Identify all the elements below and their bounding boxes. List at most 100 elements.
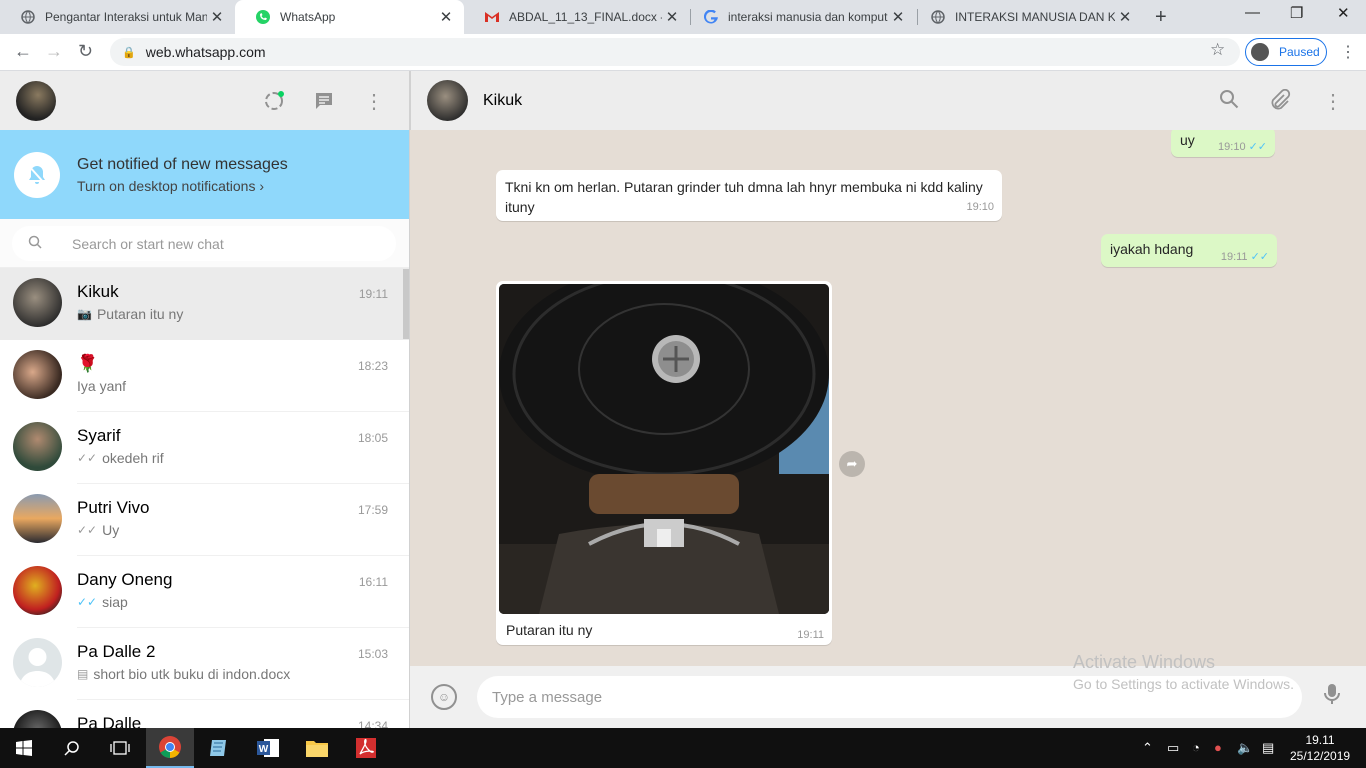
browser-tab-5[interactable]: INTERAKSI MANUSIA DAN KO ✕ [910,0,1143,34]
double-check-icon: ✓✓ [77,451,98,465]
message-bubble[interactable]: uy 19:10 ✓✓ [1171,130,1275,157]
battery-icon[interactable]: ▭ [1167,740,1179,756]
maximize-icon[interactable]: ❐ [1290,4,1303,22]
close-tab-icon[interactable]: ✕ [888,8,908,26]
new-tab-icon[interactable]: + [1155,6,1167,29]
chevron-up-icon[interactable]: ⌃ [1142,740,1153,756]
chat-item[interactable]: Putri Vivo 17:59 ✓✓ Uy [0,484,409,556]
chat-name: Pa Dalle 2 [77,642,156,661]
status-icon[interactable] [262,89,286,113]
minimize-icon[interactable]: — [1245,4,1260,21]
profile-status: Paused [1279,45,1320,59]
back-arrow-icon[interactable]: ← [14,41,32,62]
double-check-blue-icon: ✓✓ [1250,251,1269,263]
chat-preview: Iya yanf [77,378,127,394]
browser-tab-3[interactable]: ABDAL_11_13_FINAL.docx - mı ✕ [464,0,690,34]
conversation-header[interactable]: Kikuk ⋮ [410,71,1366,130]
volume-icon[interactable]: 🔈 [1237,740,1253,756]
message-list[interactable]: uy 19:10 ✓✓ Tkni kn om herlan. Putaran gr… [410,130,1366,666]
avatar [13,422,62,471]
google-icon [703,9,719,25]
notification-link[interactable]: Turn on desktop notifications › [77,178,264,194]
document-icon: ▤ [77,667,89,681]
profile-button[interactable]: Paused [1245,38,1327,66]
chat-time: 15:03 [357,647,388,661]
lock-icon: 🔒 [122,46,136,59]
reload-icon[interactable]: ↻ [78,41,93,62]
menu-icon[interactable]: ⋮ [362,89,386,113]
avatar [13,278,62,327]
chat-time: 14:34 [357,719,388,728]
chat-item[interactable]: Pa Dalle 14:34 [0,700,409,728]
contact-avatar[interactable] [427,80,468,121]
avatar [13,494,62,543]
action-center-icon[interactable]: ▤ [1262,740,1274,756]
close-tab-icon[interactable]: ✕ [207,8,227,26]
word-icon[interactable]: W [244,728,292,768]
sidebar-header: ⋮ [0,71,409,130]
browser-tab-2[interactable]: WhatsApp ✕ [235,0,464,34]
chat-preview: siap [102,594,128,610]
emoji-icon[interactable]: ☺ [431,684,457,710]
microphone-icon[interactable] [1324,683,1340,711]
profile-avatar [1251,43,1269,61]
forward-arrow-icon[interactable]: → [45,41,63,62]
attach-icon[interactable] [1269,88,1291,117]
browser-tab-1[interactable]: Pengantar Interaksi untuk Man ✕ [0,0,235,34]
acrobat-icon[interactable] [342,728,390,768]
chat-time: 17:59 [357,503,388,517]
bell-off-icon [14,152,60,198]
message-bubble[interactable]: Tkni kn om herlan. Putaran grinder tuh d… [496,170,1002,221]
sidebar-scrollbar[interactable] [403,269,409,339]
close-tab-icon[interactable]: ✕ [436,8,456,26]
conversation-panel: Kikuk ⋮ uy 19:10 ✓✓ Tkni kn om herlan. Pu… [410,71,1366,728]
star-icon[interactable]: ☆ [1210,40,1225,60]
globe-icon [930,9,946,25]
menu-icon[interactable]: ⋮ [1323,89,1343,114]
message-bubble[interactable]: iyakah hdang 19:11 ✓✓ [1101,234,1277,267]
close-window-icon[interactable]: ✕ [1337,4,1350,22]
chat-name: Pa Dalle [77,714,142,728]
my-avatar[interactable] [16,81,56,121]
chat-preview: Putaran itu ny [96,306,184,322]
windows-taskbar: W ⌃ ▭ ◔ ● 🔈 19.11 25/12/2019 ▤ [0,728,1366,768]
security-alert-icon[interactable]: ● [1214,740,1222,755]
contact-name: Kikuk [483,92,523,109]
browser-tab-strip: Pengantar Interaksi untuk Man ✕ WhatsApp… [0,0,1366,34]
windows-start-icon[interactable] [0,728,48,768]
forward-icon[interactable]: ➦ [839,451,865,477]
task-view-icon[interactable] [96,728,144,768]
address-bar[interactable]: 🔒 web.whatsapp.com [110,38,1240,66]
system-clock[interactable]: 19.11 25/12/2019 [1290,732,1350,764]
search-placeholder: Search or start new chat [72,235,224,252]
new-chat-icon[interactable] [312,89,336,113]
close-tab-icon[interactable]: ✕ [662,8,682,26]
chat-item[interactable]: Dany Oneng 16:11 ✓✓ siap [0,556,409,628]
folder-icon[interactable] [293,728,341,768]
notification-banner[interactable]: Get notified of new messages Turn on des… [0,130,409,219]
chat-item[interactable]: Pa Dalle 2 15:03 ▤ short bio utk buku di … [0,628,409,700]
gmail-icon [484,9,500,25]
wifi-icon[interactable]: ◔ [1192,740,1200,755]
browser-menu-icon[interactable]: ⋮ [1340,42,1356,62]
image-message[interactable]: Putaran itu ny 19:11 [496,281,832,645]
activate-windows-watermark: Activate Windows Go to Settings to activ… [1073,652,1294,692]
message-text: uy [1180,132,1195,148]
search-icon[interactable] [1219,89,1239,115]
search-icon[interactable] [48,728,96,768]
file-explorer-alt-icon[interactable] [195,728,243,768]
chat-item[interactable]: Kikuk 19:11 📷 Putaran itu ny [0,268,409,340]
message-time: 19:10 [966,201,994,213]
close-tab-icon[interactable]: ✕ [1115,8,1135,26]
chat-item[interactable]: Syarif 18:05 ✓✓ okedeh rif [0,412,409,484]
chat-name: Putri Vivo [77,498,150,517]
search-input[interactable]: Search or start new chat [12,226,396,261]
chat-item[interactable]: 🌹 18:23 Iya yanf [0,340,409,412]
browser-tab-4[interactable]: interaksi manusia dan komput ✕ [683,0,916,34]
image-caption: Putaran itu ny [506,622,593,638]
message-time: 19:11 [797,629,824,641]
grinder-photo[interactable] [499,284,829,614]
message-text: iyakah hdang [1110,241,1194,257]
tab-title: INTERAKSI MANUSIA DAN KO [955,10,1115,24]
chrome-icon[interactable] [146,728,194,768]
